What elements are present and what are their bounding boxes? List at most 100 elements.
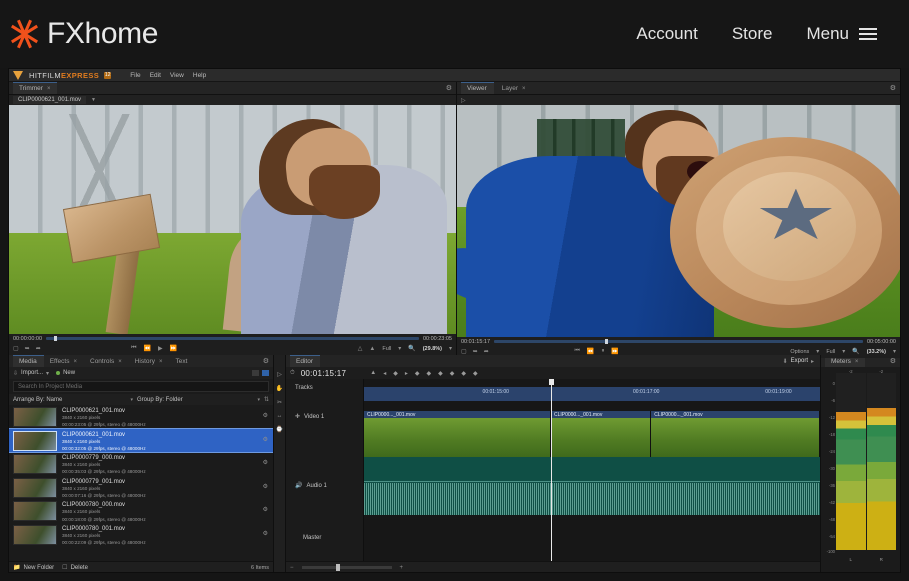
keyframe-icon-1[interactable]: ◆: [415, 370, 420, 377]
pause-icon[interactable]: ⏸: [601, 348, 604, 355]
close-icon[interactable]: ×: [855, 359, 859, 365]
mark-out-icon[interactable]: ➦: [36, 345, 41, 352]
list-item[interactable]: CLIP0000621_001.mov 3840 x 2160 pixels 0…: [9, 427, 273, 454]
skip-start-icon[interactable]: ⏮: [574, 348, 579, 355]
chevron-right-icon[interactable]: ▸: [811, 358, 814, 365]
timeline-audio-clip[interactable]: [364, 457, 820, 515]
keyframe-icon-4[interactable]: ◆: [450, 370, 455, 377]
new-button[interactable]: New: [56, 370, 75, 376]
playhead[interactable]: [548, 379, 554, 569]
nav-menu[interactable]: Menu: [806, 24, 877, 44]
slip-tool-icon[interactable]: ↔: [277, 413, 283, 419]
timeline-zoom-slider[interactable]: [301, 564, 392, 571]
close-icon[interactable]: ×: [118, 359, 122, 365]
timeline-ruler[interactable]: 00:01:15:00 00:01:17:00 00:01:19:00: [364, 387, 820, 401]
step-forward-icon[interactable]: ⏩: [611, 348, 618, 355]
list-item[interactable]: CLIP0000780_001.mov 3840 x 2160 pixels 0…: [9, 523, 273, 547]
gear-icon[interactable]: ⚙: [263, 412, 268, 419]
tab-text[interactable]: Text: [169, 355, 194, 367]
media-list[interactable]: CLIP0000621_001.mov 3840 x 2160 pixels 0…: [9, 405, 273, 547]
close-icon[interactable]: ×: [522, 86, 526, 92]
tab-effects[interactable]: Effects ×: [44, 355, 84, 367]
list-item[interactable]: CLIP0000779_001.mov 3840 x 2160 pixels 0…: [9, 476, 273, 500]
zoom-chevron-icon[interactable]: ▾: [893, 348, 896, 355]
keyframe-icon-6[interactable]: ◆: [473, 370, 478, 377]
tab-editor[interactable]: Editor: [290, 355, 320, 367]
rate-tool-icon[interactable]: ⌚: [276, 426, 283, 433]
keyframe-icon-3[interactable]: ◆: [438, 370, 443, 377]
brand-logo[interactable]: FXhome: [10, 17, 158, 51]
menu-view[interactable]: View: [170, 72, 184, 79]
mark-out-icon[interactable]: ➦: [484, 348, 489, 355]
list-item[interactable]: CLIP0000621_001.mov 3840 x 2160 pixels 0…: [9, 405, 273, 429]
slice-tool-icon[interactable]: ✂: [277, 399, 282, 406]
trimmer-scrubber[interactable]: [46, 336, 419, 341]
skip-start-icon[interactable]: ⏮: [131, 345, 136, 352]
select-tool-icon[interactable]: ▷: [461, 97, 466, 104]
viewer-video-canvas[interactable]: [457, 105, 900, 337]
zoom-chevron-icon[interactable]: ▾: [449, 345, 452, 352]
menu-help[interactable]: Help: [193, 72, 206, 79]
gear-icon[interactable]: ⚙: [890, 84, 896, 92]
gear-icon[interactable]: ⚙: [263, 436, 268, 443]
trimmer-zoom-level[interactable]: (29.8%): [423, 346, 442, 352]
audio-mute-icon[interactable]: 🔊: [295, 482, 302, 489]
arrange-by-select[interactable]: Arrange By: Name ▾: [13, 397, 133, 403]
trimmer-quality[interactable]: Full: [382, 346, 391, 352]
zoom-in-icon[interactable]: +: [400, 565, 404, 571]
snap-icon[interactable]: ▲: [370, 370, 376, 377]
delete-button[interactable]: ☐ Delete: [62, 564, 88, 572]
hand-tool-icon[interactable]: ✋: [276, 385, 283, 392]
mark-in-icon[interactable]: ➥: [473, 348, 478, 355]
gear-icon[interactable]: ⚙: [446, 84, 452, 92]
select-tool-icon[interactable]: ▷: [277, 371, 282, 378]
trimmer-video-canvas[interactable]: [9, 105, 456, 334]
timeline-tracks-area[interactable]: 00:01:15:00 00:01:17:00 00:01:19:00 CLIP…: [364, 379, 820, 569]
gear-icon[interactable]: ⚙: [263, 506, 268, 513]
group-by-select[interactable]: Group By: Folder ▾: [137, 397, 260, 403]
timeline-clip[interactable]: CLIP0000..._001.mov: [651, 411, 820, 457]
keyframe-icon-2[interactable]: ◆: [426, 370, 431, 377]
sort-order-icon[interactable]: ⇅: [264, 396, 269, 403]
gear-icon[interactable]: ⚙: [263, 530, 268, 537]
viewer-options[interactable]: Options: [790, 349, 809, 355]
master-track-header[interactable]: Master: [286, 489, 363, 541]
marker-next-icon[interactable]: ▸: [405, 370, 408, 377]
gear-icon[interactable]: ⚙: [890, 357, 896, 365]
chevron-down-icon[interactable]: ▼: [91, 97, 96, 103]
nav-account[interactable]: Account: [636, 24, 697, 44]
gear-icon[interactable]: ⚙: [263, 459, 268, 466]
new-folder-button[interactable]: 📁 New Folder: [13, 564, 54, 572]
trimmer-filename[interactable]: CLIP0000621_001.mov: [13, 96, 87, 104]
close-icon[interactable]: ×: [73, 359, 77, 365]
video-track-header[interactable]: ✚ Video 1: [286, 391, 363, 421]
gear-icon[interactable]: ⚙: [263, 483, 268, 490]
overwrite-icon[interactable]: ▲: [369, 346, 375, 352]
tab-controls[interactable]: Controls ×: [84, 355, 129, 367]
nav-store[interactable]: Store: [732, 24, 773, 44]
play-icon[interactable]: ▶: [158, 345, 163, 352]
zoom-out-icon[interactable]: −: [290, 565, 294, 571]
chevron-down-icon[interactable]: ▾: [46, 370, 49, 377]
list-view-icon[interactable]: [252, 370, 259, 376]
tab-media[interactable]: Media: [13, 355, 44, 367]
tab-trimmer[interactable]: Trimmer ×: [13, 82, 58, 94]
menu-edit[interactable]: Edit: [150, 72, 161, 79]
insert-icon[interactable]: △: [358, 345, 363, 352]
media-search-input[interactable]: Search In Project Media: [13, 381, 269, 392]
step-forward-icon[interactable]: ⏩: [170, 345, 177, 352]
loop-icon[interactable]: ▢: [461, 348, 467, 355]
keyframe-icon-5[interactable]: ◆: [461, 370, 466, 377]
audio-track-header[interactable]: 🔊 Audio 1: [286, 420, 363, 490]
options-chevron-icon[interactable]: ▾: [816, 348, 819, 355]
timeline-clip[interactable]: CLIP0000..._001.mov: [550, 411, 652, 457]
close-icon[interactable]: ×: [159, 359, 163, 365]
grid-view-icon[interactable]: [262, 370, 269, 376]
viewer-quality[interactable]: Full: [826, 349, 835, 355]
list-item[interactable]: CLIP0000779_000.mov 3840 x 2160 pixels 0…: [9, 452, 273, 476]
viewer-zoom-level[interactable]: (33.2%): [867, 349, 886, 355]
tab-layer[interactable]: Layer ×: [496, 82, 533, 94]
list-item[interactable]: CLIP0000780_000.mov 3840 x 2160 pixels 0…: [9, 499, 273, 523]
quality-chevron-icon[interactable]: ▾: [398, 345, 401, 352]
quality-chevron-icon[interactable]: ▾: [842, 348, 845, 355]
